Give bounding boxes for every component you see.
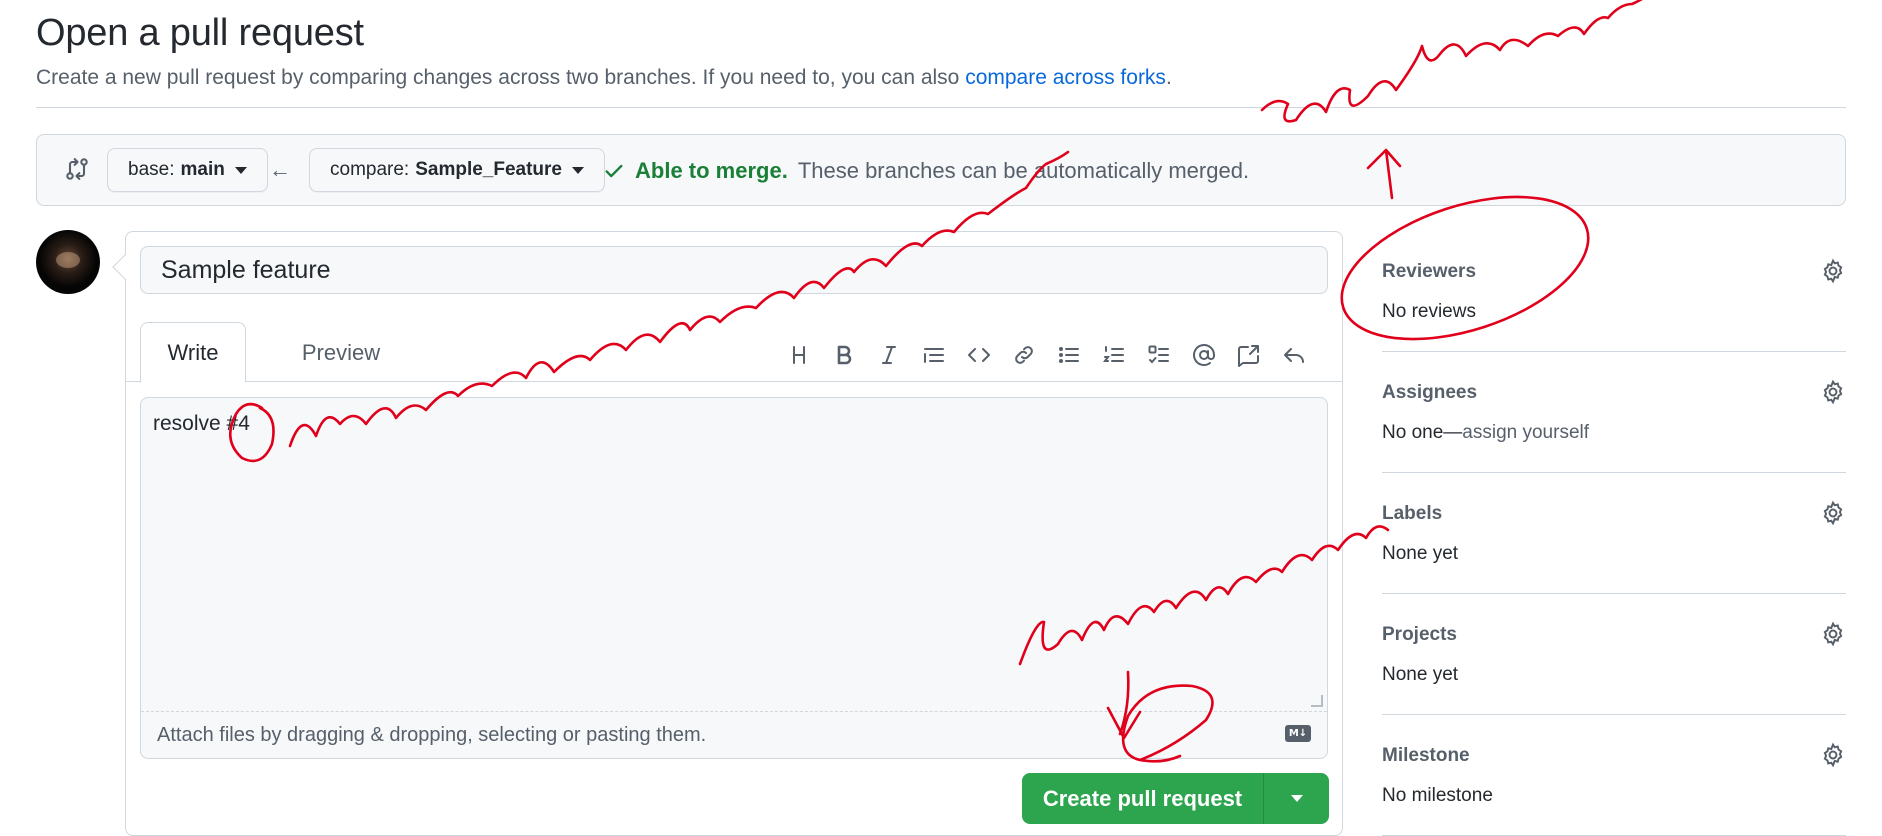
labels-heading[interactable]: Labels [1382, 503, 1442, 525]
chevron-down-icon [1290, 795, 1303, 802]
italic-icon[interactable] [866, 340, 911, 370]
markdown-icon[interactable]: M↓ [1285, 725, 1311, 742]
compare-label: compare: [330, 159, 410, 180]
gear-icon[interactable] [1820, 258, 1846, 284]
base-branch-select[interactable]: base: main [107, 148, 268, 192]
gear-icon[interactable] [1820, 742, 1846, 768]
projects-heading[interactable]: Projects [1382, 624, 1457, 646]
milestone-value: No milestone [1382, 785, 1493, 807]
sidebar-projects: Projects None yet [1382, 594, 1846, 715]
pr-title-input[interactable] [140, 246, 1328, 294]
chevron-down-icon [234, 166, 247, 174]
gear-icon[interactable] [1820, 379, 1846, 405]
milestone-value-text: No milestone [1382, 785, 1493, 806]
page-subtitle: Create a new pull request by comparing c… [36, 66, 1172, 90]
assignees-value: No one—assign yourself [1382, 422, 1589, 444]
pull-request-composer: Write Preview resolve #4 Attach files by… [112, 231, 1343, 836]
cross-reference-icon[interactable] [1226, 340, 1271, 370]
resize-handle-icon[interactable] [1311, 695, 1323, 707]
markdown-toolbar [776, 340, 1316, 370]
base-label: base: [128, 159, 175, 180]
reviewers-heading[interactable]: Reviewers [1382, 261, 1476, 283]
task-list-icon[interactable] [1136, 340, 1181, 370]
compare-branch-value: Sample_Feature [415, 159, 562, 180]
attach-files-hint[interactable]: Attach files by dragging & dropping, sel… [157, 724, 706, 747]
heading-icon[interactable] [776, 340, 821, 370]
select-reviewer-scribble [1260, 0, 1643, 123]
assign-yourself-link[interactable]: assign yourself [1462, 422, 1589, 443]
branch-range-bar: base: main ← compare: Sample_Feature Abl… [36, 134, 1846, 206]
pr-body-text[interactable]: resolve #4 [153, 412, 250, 436]
labels-value: None yet [1382, 543, 1458, 565]
create-pull-request-group: Create pull request [1022, 773, 1329, 824]
gear-icon[interactable] [1820, 621, 1846, 647]
tab-write[interactable]: Write [140, 322, 246, 383]
reply-icon[interactable] [1271, 340, 1316, 370]
assignees-heading[interactable]: Assignees [1382, 382, 1477, 404]
quote-icon[interactable] [911, 340, 956, 370]
pr-body-textarea[interactable]: resolve #4 Attach files by dragging & dr… [140, 397, 1328, 759]
subtitle-suffix: . [1165, 66, 1172, 89]
page-title: Open a pull request [36, 12, 364, 54]
milestone-heading[interactable]: Milestone [1382, 745, 1470, 767]
projects-value: None yet [1382, 664, 1458, 686]
gear-icon[interactable] [1820, 500, 1846, 526]
arrow-left-icon: ← [269, 157, 291, 182]
subtitle-text: Create a new pull request by comparing c… [36, 66, 966, 89]
check-icon [605, 164, 623, 178]
header-divider [36, 107, 1846, 108]
code-icon[interactable] [956, 340, 1001, 370]
base-branch-value: main [180, 159, 225, 180]
sidebar-reviewers: Reviewers No reviews [1382, 231, 1846, 352]
reviewers-value: No reviews [1382, 301, 1476, 323]
merge-status-label: Able to merge. [635, 158, 788, 183]
reviewers-value-text: No reviews [1382, 301, 1476, 322]
compare-branches-icon [66, 158, 88, 180]
sidebar-assignees: Assignees No one—assign yourself [1382, 352, 1846, 473]
composer-pointer [112, 254, 138, 280]
sidebar-labels: Labels None yet [1382, 473, 1846, 594]
sidebar-milestone: Milestone No milestone [1382, 715, 1846, 836]
mention-icon[interactable] [1181, 340, 1226, 370]
bold-icon[interactable] [821, 340, 866, 370]
compare-across-forks-link[interactable]: compare across forks [965, 66, 1166, 89]
merge-status-detail: These branches can be automatically merg… [797, 158, 1250, 183]
create-options-dropdown[interactable] [1264, 773, 1329, 824]
numbered-list-icon[interactable] [1091, 340, 1136, 370]
chevron-down-icon [572, 166, 584, 174]
tab-preview[interactable]: Preview [276, 322, 406, 383]
merge-status: Able to merge. These branches can be aut… [603, 158, 1249, 184]
projects-value-text: None yet [1382, 664, 1459, 685]
create-pull-request-button[interactable]: Create pull request [1022, 773, 1264, 824]
labels-value-text: None yet [1382, 543, 1459, 564]
assignees-value-text: No one— [1382, 422, 1463, 443]
bulleted-list-icon[interactable] [1046, 340, 1091, 370]
avatar[interactable] [36, 230, 100, 294]
compare-branch-select[interactable]: compare: Sample_Feature [309, 148, 605, 192]
attach-divider [141, 711, 1327, 712]
link-icon[interactable] [1001, 340, 1046, 370]
